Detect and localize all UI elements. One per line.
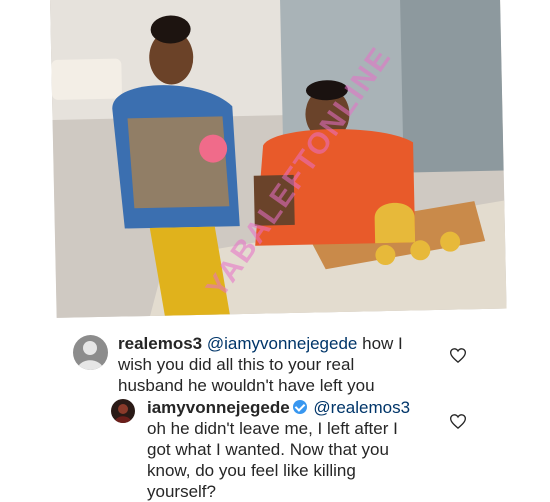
comment-body: realemos3 @iamyvonnejegede how I wish yo… <box>118 333 448 396</box>
verified-badge-icon <box>292 400 307 414</box>
post-photo <box>50 0 507 318</box>
avatar[interactable] <box>73 335 108 370</box>
comment-line: wish you did all this to your real <box>118 355 355 374</box>
mention-link[interactable]: @realemos3 <box>313 398 410 417</box>
avatar[interactable] <box>111 399 135 423</box>
photo-illustration <box>50 0 507 318</box>
comment-line: iamyvonnejegede @realemos3 <box>147 397 447 418</box>
comment-line: yourself? <box>147 482 216 501</box>
comment-line: know, do you feel like killing <box>147 461 356 480</box>
comment-line: oh he didn't leave me, I left after I <box>147 419 398 438</box>
reply-body: iamyvonnejegede @realemos3 oh he didn't … <box>147 397 447 502</box>
comment-line: realemos3 @iamyvonnejegede how I <box>118 333 448 354</box>
mention-link[interactable]: @iamyvonnejegede <box>207 334 358 353</box>
heart-outline-icon[interactable] <box>449 348 467 368</box>
heart-outline-icon[interactable] <box>449 414 467 434</box>
avatar-image <box>73 335 108 370</box>
comment-username[interactable]: realemos3 <box>118 334 202 353</box>
comment-line: husband he wouldn't have left you <box>118 376 375 395</box>
comment-line: got what I wanted. Now that you <box>147 440 389 459</box>
comment-text-fragment: how I <box>357 334 403 353</box>
avatar-image <box>111 399 135 423</box>
comment-username[interactable]: iamyvonnejegede <box>147 398 290 417</box>
